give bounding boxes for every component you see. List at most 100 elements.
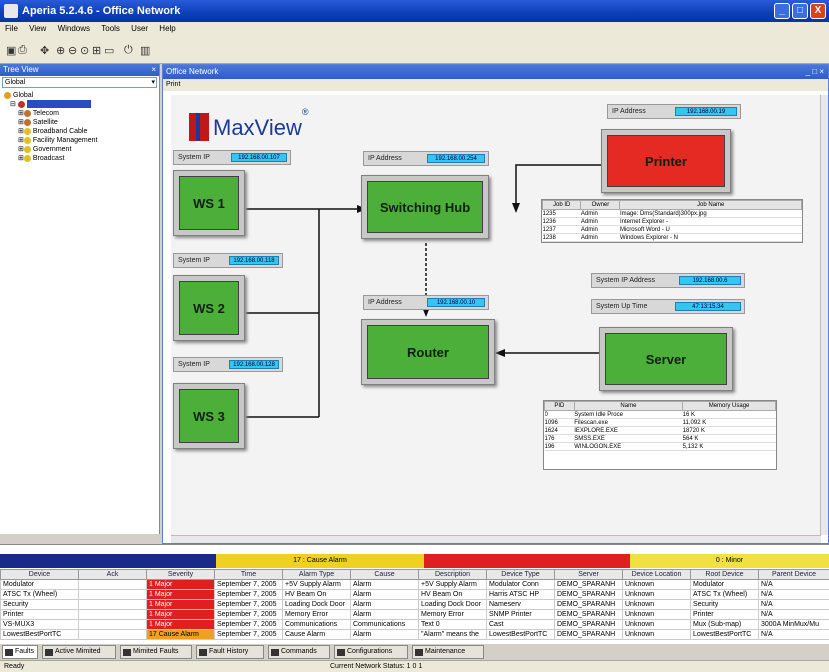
alarm-cell: Unknown: [622, 599, 691, 610]
table-row[interactable]: 1624 IEXPLORE.EXE 18720 K: [544, 426, 776, 435]
expand-icon[interactable]: ⊞: [18, 137, 24, 144]
col-server[interactable]: Server: [554, 569, 623, 580]
col-alarm-type[interactable]: Alarm Type: [282, 569, 351, 580]
col-memory[interactable]: Memory Usage: [682, 401, 776, 411]
expand-icon[interactable]: ⊞: [18, 119, 24, 126]
tree-item-broadband-cable[interactable]: ⊞ Broadband Cable: [4, 127, 159, 136]
save-icon[interactable]: ▣: [6, 44, 16, 57]
alarm-row[interactable]: Modulator 1 Major September 7, 2005 +5V Sup…: [0, 579, 829, 590]
col-device-location[interactable]: Device Location: [622, 569, 691, 580]
col-pid[interactable]: PID: [544, 401, 575, 411]
menu-windows[interactable]: Windows: [58, 24, 90, 33]
table-row[interactable]: 0 System Idle Proce 16 K: [544, 410, 776, 419]
alarm-row[interactable]: Security 1 Major September 7, 2005 Loading …: [0, 599, 829, 610]
router-node[interactable]: Router: [361, 319, 495, 385]
tree-item-telecom[interactable]: ⊞ Telecom: [4, 109, 159, 118]
menu-view[interactable]: View: [29, 24, 46, 33]
diagram-print-menu[interactable]: Print: [166, 81, 180, 88]
tab-maintenance[interactable]: Maintenance: [412, 645, 484, 659]
tree-item-government[interactable]: ⊞ Government: [4, 145, 159, 154]
ws3-node[interactable]: WS 3: [173, 383, 245, 449]
tree-item-global[interactable]: Global: [4, 91, 159, 100]
expand-icon[interactable]: ⊟: [10, 101, 16, 108]
menu-user[interactable]: User: [131, 24, 148, 33]
tree-item-satellite[interactable]: ⊞ Satellite: [4, 118, 159, 127]
tab-mimited-faults[interactable]: Mimited Faults: [120, 645, 192, 659]
ws2-node[interactable]: WS 2: [173, 275, 245, 341]
alarm-row[interactable]: ATSC Tx (Wheel) 1 Major September 7, 2005 H…: [0, 589, 829, 600]
col-parent-device[interactable]: Parent Device: [758, 569, 829, 580]
severity-cell: 1 Major: [146, 599, 215, 610]
tab-configurations[interactable]: Configurations: [334, 645, 408, 659]
alarm-cell: Modulator Conn: [486, 579, 555, 590]
vertical-scrollbar[interactable]: [820, 95, 828, 535]
severity-bar-critical[interactable]: [0, 554, 216, 568]
col-owner[interactable]: Owner: [580, 200, 621, 210]
zoom-fit-icon[interactable]: ⊙: [80, 44, 89, 57]
menu-tools[interactable]: Tools: [101, 24, 120, 33]
chart-icon[interactable]: ▥: [140, 44, 150, 57]
expand-icon[interactable]: ⊞: [18, 155, 24, 162]
screen-icon[interactable]: ▭: [104, 44, 114, 57]
expand-icon[interactable]: ⊞: [18, 146, 24, 153]
expand-icon[interactable]: ⊞: [18, 110, 24, 117]
diagram-window-header: Office Network _ □ ×: [163, 65, 828, 79]
alarm-cell: September 7, 2005: [214, 579, 283, 590]
col-root-device[interactable]: Root Device: [690, 569, 759, 580]
alarm-cell: September 7, 2005: [214, 599, 283, 610]
tab-fault-history[interactable]: Fault History: [196, 645, 264, 659]
tree-item-broadcast[interactable]: ⊞ Broadcast: [4, 154, 159, 163]
col-device[interactable]: Device: [0, 569, 79, 580]
power-icon[interactable]: ⏻: [124, 44, 133, 57]
tab-commands[interactable]: Commands: [268, 645, 330, 659]
print-icon[interactable]: ⎙: [18, 44, 27, 57]
col-job-name[interactable]: Job Name: [619, 200, 802, 210]
tab-active-mimited[interactable]: Active Mimited: [42, 645, 116, 659]
table-row[interactable]: 176 SMSS.EXE 564 K: [544, 434, 776, 443]
server-node[interactable]: Server: [599, 327, 733, 391]
severity-bar-minor[interactable]: 0 : Minor: [630, 554, 829, 568]
tree-item-selected[interactable]: ⊟: [4, 100, 159, 109]
menu-file[interactable]: File: [5, 24, 18, 33]
col-cause[interactable]: Cause: [350, 569, 419, 580]
maximize-button[interactable]: □: [792, 3, 808, 19]
col-device-type[interactable]: Device Type: [486, 569, 555, 580]
grid-icon[interactable]: ⊞: [92, 44, 101, 57]
printer-node[interactable]: Printer: [601, 129, 731, 193]
zoom-in-icon[interactable]: ⊕: [56, 44, 65, 57]
zoom-out-icon[interactable]: ⊖: [68, 44, 77, 57]
minimize-button[interactable]: _: [774, 3, 790, 19]
expand-icon[interactable]: ⊞: [18, 128, 24, 135]
tree-scope-select[interactable]: Global ▾: [2, 77, 157, 88]
horizontal-scrollbar[interactable]: [171, 535, 821, 543]
pin-icon[interactable]: ✥: [40, 44, 49, 57]
window-controls[interactable]: _ □ ×: [806, 65, 824, 79]
tab-label: Faults: [15, 648, 35, 655]
alarm-row[interactable]: Printer 1 Major September 7, 2005 Memory Er…: [0, 609, 829, 620]
table-row[interactable]: 196 WINLOGON.EXE 5,132 K: [544, 442, 776, 451]
severity-bar-major[interactable]: [424, 554, 630, 568]
col-job-id[interactable]: Job ID: [542, 200, 582, 210]
table-row[interactable]: 1238 Admin Windows Explorer - N: [542, 233, 802, 242]
menu-help[interactable]: Help: [159, 24, 175, 33]
severity-bar-cause[interactable]: 17 : Cause Alarm: [216, 554, 424, 568]
switching-hub-node[interactable]: Switching Hub: [361, 175, 489, 239]
table-row[interactable]: 1096 Filescan.exe 11,092 K: [544, 418, 776, 427]
col-severity[interactable]: Severity: [146, 569, 215, 580]
table-row[interactable]: 1235 Admin Image: Dms(Standard)300px.jpg: [542, 209, 802, 218]
table-row[interactable]: 1236 Admin Internet Explorer -: [542, 217, 802, 226]
tab-faults[interactable]: Faults: [2, 645, 38, 659]
alarm-cell: "Alarm" means the: [418, 629, 487, 640]
col-name[interactable]: Name: [573, 401, 684, 411]
col-time[interactable]: Time: [214, 569, 283, 580]
close-button[interactable]: X: [810, 3, 826, 19]
close-icon[interactable]: ×: [151, 64, 156, 76]
alarm-row[interactable]: VS-MUX3 1 Major September 7, 2005 Communica…: [0, 619, 829, 630]
col-ack[interactable]: Ack: [78, 569, 147, 580]
cell: SMSS.EXE: [574, 434, 683, 443]
tree-item-facility-management[interactable]: ⊞ Facility Management: [4, 136, 159, 145]
alarm-row[interactable]: LowestBestPortTC 17 Cause Alarm September …: [0, 629, 829, 640]
ws1-node[interactable]: WS 1: [173, 170, 245, 236]
col-description[interactable]: Description: [418, 569, 487, 580]
table-row[interactable]: 1237 Admin Microsoft Word - U: [542, 225, 802, 234]
